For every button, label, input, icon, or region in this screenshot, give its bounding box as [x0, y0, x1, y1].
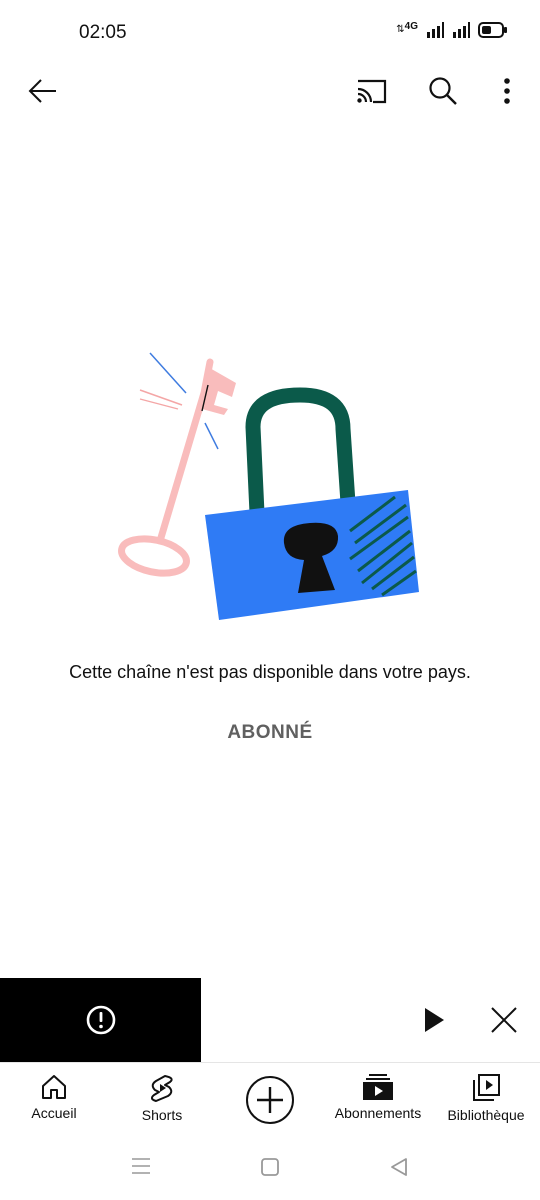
library-icon	[473, 1074, 500, 1101]
back-button[interactable]	[22, 70, 64, 112]
search-button[interactable]	[422, 70, 464, 112]
data-arrows-icon: ⇅	[396, 24, 405, 35]
nav-shorts-label: Shorts	[141, 1107, 183, 1123]
system-navigation	[0, 1141, 540, 1200]
signal-icon	[453, 22, 470, 38]
status-time: 02:05	[79, 22, 127, 43]
unavailable-message: Cette chaîne n'est pas disponible dans v…	[69, 662, 471, 682]
mini-player-thumbnail[interactable]	[0, 978, 201, 1062]
play-icon	[425, 1008, 444, 1032]
subscriptions-icon	[363, 1074, 393, 1100]
network-type: 4G	[404, 20, 418, 32]
close-icon	[491, 1007, 517, 1033]
signal-icon	[427, 22, 444, 38]
back-arrow-icon	[28, 79, 56, 103]
mini-player[interactable]	[0, 978, 540, 1063]
cast-icon	[357, 79, 387, 104]
padlock-icon	[205, 387, 419, 620]
battery-icon	[478, 22, 507, 38]
subscribed-button[interactable]: ABONNÉ	[0, 722, 540, 744]
bottom-navigation: Accueil Shorts Abonnements Bibliothèque	[0, 1063, 540, 1141]
create-plus-icon	[246, 1076, 294, 1124]
back-triangle-icon[interactable]	[389, 1157, 409, 1177]
home-icon	[42, 1075, 66, 1099]
menu-lines-icon[interactable]	[131, 1157, 151, 1175]
more-options-button[interactable]	[490, 70, 524, 112]
mini-close-button[interactable]	[484, 1000, 524, 1040]
cast-button[interactable]	[350, 70, 392, 112]
nav-library[interactable]: Bibliothèque	[432, 1063, 540, 1141]
nav-shorts[interactable]: Shorts	[108, 1063, 216, 1141]
home-square-icon[interactable]	[260, 1157, 280, 1177]
more-vert-icon	[504, 78, 510, 104]
lock-key-illustration	[118, 352, 419, 620]
search-icon	[429, 77, 457, 105]
shorts-icon	[150, 1075, 173, 1102]
nav-library-label: Bibliothèque	[447, 1107, 525, 1123]
status-icons: ⇅ 4G	[396, 20, 508, 38]
nav-create[interactable]	[216, 1063, 324, 1141]
mini-play-button[interactable]	[414, 1000, 454, 1040]
nav-subscriptions-label: Abonnements	[334, 1105, 422, 1121]
nav-home[interactable]: Accueil	[0, 1063, 108, 1141]
nav-subscriptions[interactable]: Abonnements	[324, 1063, 432, 1141]
error-circle-icon	[86, 1005, 115, 1035]
nav-home-label: Accueil	[31, 1105, 77, 1121]
